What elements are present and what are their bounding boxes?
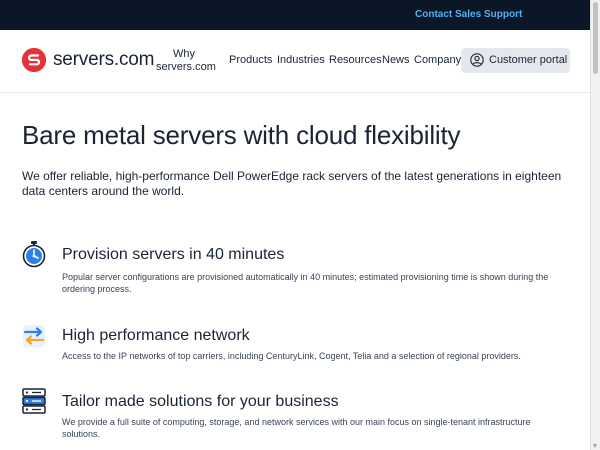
scroll-down-arrow-icon[interactable] [593,444,597,448]
page-title: Bare metal servers with cloud flexibilit… [22,120,461,150]
nav-why-servers[interactable]: Why servers.com [156,48,216,74]
feature-description: Access to the IP networks of top carrier… [62,351,521,361]
main-header: servers.com Why servers.com Products Ind… [0,30,600,93]
nav-why-line2: servers.com [156,61,216,73]
network-transfer-icon [23,325,45,347]
feature-title: Tailor made solutions for your business [62,393,339,410]
server-rack-icon [22,388,46,414]
feature-title: Provision servers in 40 minutes [62,246,285,263]
page-scrollbar[interactable] [590,0,600,450]
nav-why-line1: Why [173,48,195,60]
stopwatch-icon [22,241,46,268]
nav-industries[interactable]: Industries [277,54,325,66]
nav-company[interactable]: Company [414,54,461,66]
feature-title: High performance network [62,327,250,344]
customer-portal-button[interactable]: Customer portal [461,48,570,73]
feature-description: We provide a full suite of computing, st… [62,417,531,439]
nav-resources[interactable]: Resources [329,54,382,66]
nav-products[interactable]: Products [229,54,272,66]
nav-news[interactable]: News [382,54,410,66]
support-link[interactable]: Support [484,9,522,20]
logo-text: servers.com [53,49,155,70]
logo-mark-icon [22,48,46,72]
feature-description: Popular server configurations are provis… [62,272,549,294]
top-utility-bar: Contact Sales Support [0,0,600,30]
main-content: Bare metal servers with cloud flexibilit… [0,93,600,450]
contact-sales-link[interactable]: Contact Sales [415,9,481,20]
scrollbar-thumb[interactable] [593,2,598,74]
customer-portal-label: Customer portal [489,54,568,66]
user-circle-icon [470,53,484,67]
hero-description: We offer reliable, high-performance Dell… [22,169,562,198]
